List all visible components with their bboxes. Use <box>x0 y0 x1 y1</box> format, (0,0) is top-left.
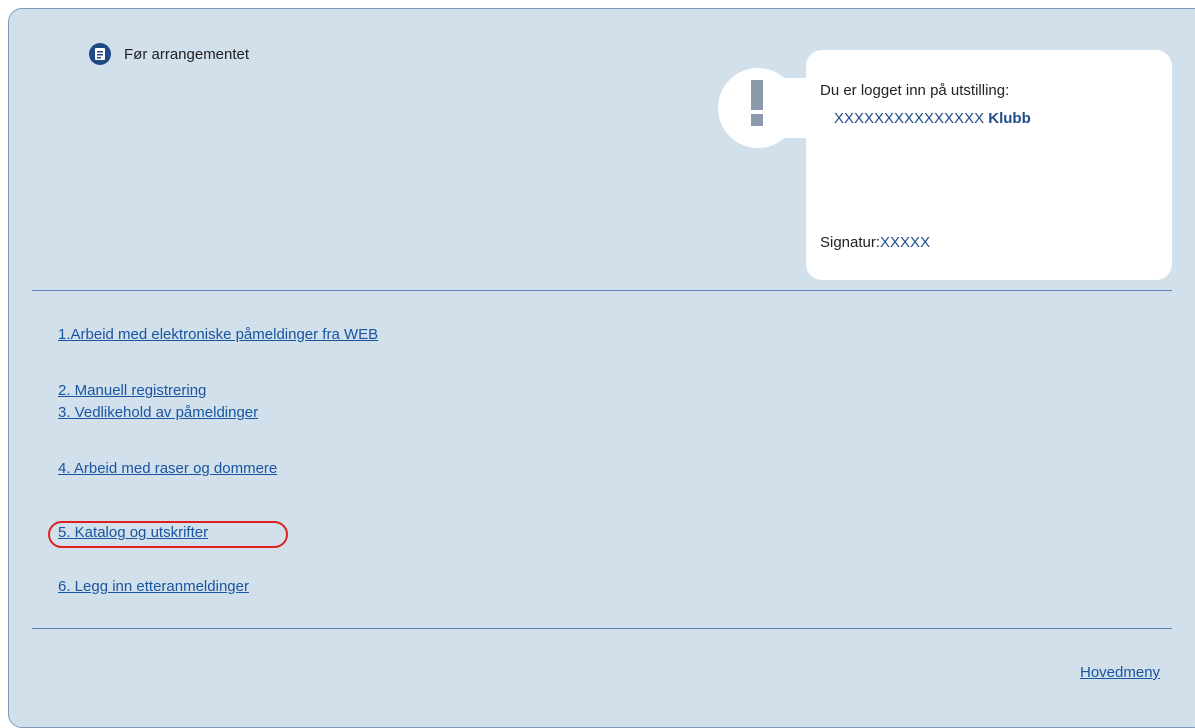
section-header: Før arrangementet <box>88 42 249 66</box>
menu-item-maintain-registrations[interactable]: 3. Vedlikehold av påmeldinger <box>58 404 258 421</box>
show-name: XXXXXXXXXXXXXXX Klubb <box>834 110 1031 127</box>
exclamation-icon <box>751 80 763 126</box>
club-label: Klubb <box>988 110 1031 127</box>
menu-item-web-registrations[interactable]: 1.Arbeid med elektroniske påmeldinger fr… <box>58 326 378 343</box>
menu-item-catalog-printouts[interactable]: 5. Katalog og utskrifter <box>58 524 208 541</box>
signature-label: Signatur: <box>820 234 881 251</box>
document-icon <box>89 43 111 65</box>
divider-bottom <box>32 628 1172 629</box>
signature-value: XXXXX <box>880 234 931 251</box>
main-menu-link[interactable]: Hovedmeny <box>1080 664 1160 681</box>
section-title: Før arrangementet <box>124 45 250 63</box>
menu-item-breeds-judges[interactable]: 4. Arbeid med raser og dommere <box>58 460 277 477</box>
menu-item-manual-registration[interactable]: 2. Manuell registrering <box>58 382 206 399</box>
logged-in-label: Du er logget inn på utstilling: <box>820 82 1010 99</box>
menu-item-late-entries[interactable]: 6. Legg inn etteranmeldinger <box>58 578 249 595</box>
divider-top <box>32 290 1172 291</box>
signature: Signatur:XXXXX <box>820 234 930 251</box>
show-name-value: XXXXXXXXXXXXXXX <box>834 110 985 127</box>
